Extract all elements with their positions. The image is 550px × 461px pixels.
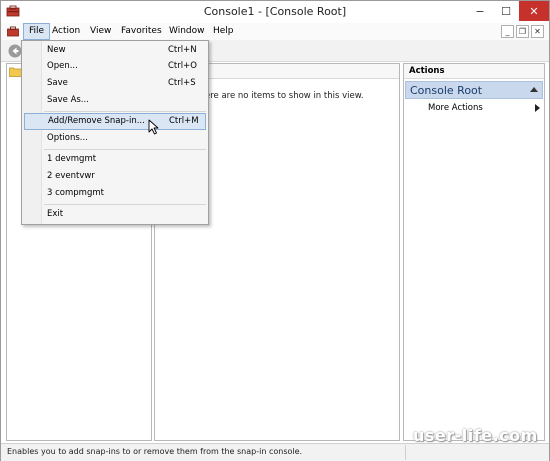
menu-favorites[interactable]: Favorites [116,23,167,40]
title-bar: Console1 - [Console Root] − ☐ ✕ [1,1,549,23]
menu-separator [44,149,206,150]
submenu-arrow-icon[interactable] [535,104,540,112]
menu-file[interactable]: File [23,23,51,40]
menu-separator [44,204,206,205]
mdi-minimize-button[interactable]: _ [501,25,514,38]
menu-item-options[interactable]: Options... [24,130,206,147]
menu-window[interactable]: Window [164,23,210,40]
menu-item-label: Save As... [47,95,89,105]
more-actions-item[interactable]: More Actions [428,103,483,113]
menu-item-label: Options... [47,133,88,143]
status-divider [405,445,406,460]
menu-item-shortcut: Ctrl+M [169,116,199,126]
menu-item-label: Open... [47,61,78,71]
mdi-restore-button[interactable]: ❐ [516,25,529,38]
menu-help[interactable]: Help [208,23,239,40]
back-arrow-icon[interactable] [8,44,22,58]
menu-item-open[interactable]: Open... Ctrl+O [24,58,206,75]
menu-bar: File Action View Favorites Window Help _… [1,23,549,40]
menu-item-add-remove-snap-in[interactable]: Add/Remove Snap-in... Ctrl+M [24,113,206,130]
menu-separator [44,111,206,112]
actions-header: Actions [404,64,544,79]
mmc-window: Console1 - [Console Root] − ☐ ✕ File Act… [0,0,550,461]
menu-item-label: New [47,45,66,55]
menu-item-exit[interactable]: Exit [24,206,206,223]
menu-item-label: Add/Remove Snap-in... [48,116,145,126]
menu-item-label: Exit [47,209,64,219]
menu-item-label: 3 compmgmt [47,188,104,198]
status-text: Enables you to add snap-ins to or remove… [7,447,303,456]
mouse-pointer-icon [148,119,159,135]
menu-view[interactable]: View [85,23,116,40]
mdi-close-button[interactable]: ✕ [531,25,544,38]
watermark: user-life.com [413,426,538,445]
menu-item-shortcut: Ctrl+S [168,78,196,88]
menu-item-save[interactable]: Save Ctrl+S [24,75,206,92]
menu-item-shortcut: Ctrl+N [168,45,197,55]
minimize-button[interactable]: − [467,1,493,21]
actions-pane: Actions Console Root More Actions [403,63,545,441]
status-bar: Enables you to add snap-ins to or remove… [1,443,549,461]
file-menu-dropdown: New Ctrl+N Open... Ctrl+O Save Ctrl+S Sa… [21,40,209,225]
close-button[interactable]: ✕ [519,1,549,21]
actions-section-console-root[interactable]: Console Root [405,81,543,99]
menu-item-shortcut: Ctrl+O [168,61,197,71]
menu-item-label: 1 devmgmt [47,154,97,164]
menu-item-recent-eventvwr[interactable]: 2 eventvwr [24,168,206,185]
menu-item-recent-compmgmt[interactable]: 3 compmgmt [24,185,206,202]
empty-view-message: ere are no items to show in this view. [205,91,364,101]
maximize-button[interactable]: ☐ [493,1,519,21]
menu-item-recent-devmgmt[interactable]: 1 devmgmt [24,151,206,168]
mmc-toolbox-icon[interactable] [7,26,19,37]
menu-action[interactable]: Action [47,23,85,40]
collapse-caret-icon[interactable] [530,87,538,92]
menu-item-new[interactable]: New Ctrl+N [24,42,206,59]
actions-section-title: Console Root [410,84,483,97]
menu-item-save-as[interactable]: Save As... [24,92,206,109]
mdi-controls: _ ❐ ✕ [501,25,544,38]
menu-item-label: Save [47,78,68,88]
menu-item-label: 2 eventvwr [47,171,95,181]
